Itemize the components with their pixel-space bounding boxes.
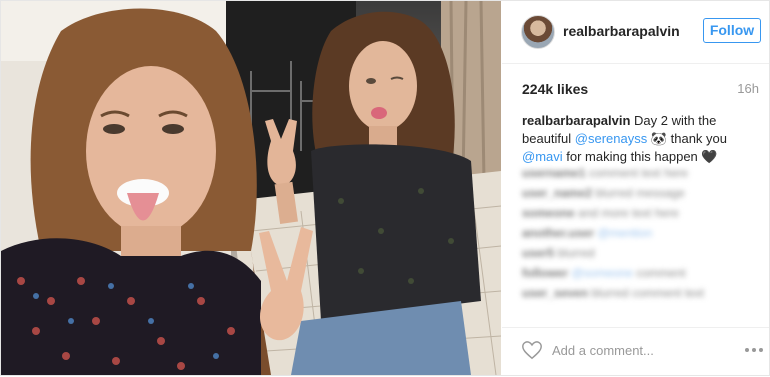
post-age[interactable]: 16h bbox=[737, 81, 759, 96]
comment-text: and more text here bbox=[574, 206, 679, 220]
comment-user[interactable]: someone bbox=[522, 206, 575, 220]
comment-item: someone and more text here bbox=[522, 205, 762, 221]
comments-list: username1 comment text here user_name2 b… bbox=[522, 165, 762, 305]
comment-text: blurred comment text bbox=[588, 286, 705, 300]
comment-mention[interactable]: @mention bbox=[597, 226, 652, 240]
post-header: realbarbarapalvin Follow bbox=[502, 1, 769, 64]
comment-user[interactable]: user5 bbox=[522, 246, 554, 260]
tongue-right bbox=[371, 107, 387, 119]
mention-serenayss[interactable]: @serenayss bbox=[575, 131, 647, 146]
comment-user[interactable]: user_name2 bbox=[522, 186, 592, 200]
comment-text: comment text here bbox=[585, 166, 689, 180]
comment-text: blurred message bbox=[592, 186, 685, 200]
comment-user[interactable]: user_seven bbox=[522, 286, 588, 300]
more-options-icon[interactable] bbox=[743, 344, 765, 356]
heart-icon[interactable] bbox=[521, 339, 543, 361]
comment-text: comment bbox=[632, 266, 686, 280]
avatar[interactable] bbox=[521, 15, 555, 49]
mention-mavi[interactable]: @mavi bbox=[522, 149, 563, 164]
comment-item: user_name2 blurred message bbox=[522, 185, 762, 201]
username-link[interactable]: realbarbarapalvin bbox=[563, 23, 680, 39]
instagram-post: realbarbarapalvin Follow 224k likes 16h … bbox=[0, 0, 770, 376]
comment-user[interactable]: another.user bbox=[522, 226, 594, 240]
caption-text-2: 🐼 thank you bbox=[647, 131, 728, 146]
comment-item: username1 comment text here bbox=[522, 165, 762, 181]
follow-button[interactable]: Follow bbox=[703, 18, 761, 43]
post-caption: realbarbarapalvin Day 2 with the beautif… bbox=[522, 112, 747, 166]
likes-count[interactable]: 224k likes bbox=[522, 81, 588, 97]
comment-user[interactable]: follower bbox=[522, 266, 568, 280]
comment-text: blurred bbox=[554, 246, 595, 260]
top-left bbox=[1, 238, 261, 375]
comment-item: another.user @mention bbox=[522, 225, 762, 241]
comment-mention[interactable]: @someone bbox=[571, 266, 633, 280]
comment-item: follower @someone comment bbox=[522, 265, 762, 281]
blouse-right bbox=[311, 144, 481, 321]
comment-item: user5 blurred bbox=[522, 245, 762, 261]
post-photo[interactable] bbox=[1, 1, 501, 375]
comment-item: user_seven blurred comment text bbox=[522, 285, 762, 301]
photo-illustration bbox=[1, 1, 501, 375]
post-footer bbox=[502, 327, 769, 375]
comment-user[interactable]: username1 bbox=[522, 166, 585, 180]
add-comment-input[interactable] bbox=[552, 339, 722, 361]
post-side-panel: realbarbarapalvin Follow 224k likes 16h … bbox=[502, 1, 769, 375]
caption-text-3: for making this happen 🖤 bbox=[562, 149, 718, 164]
caption-author-link[interactable]: realbarbarapalvin bbox=[522, 113, 630, 128]
